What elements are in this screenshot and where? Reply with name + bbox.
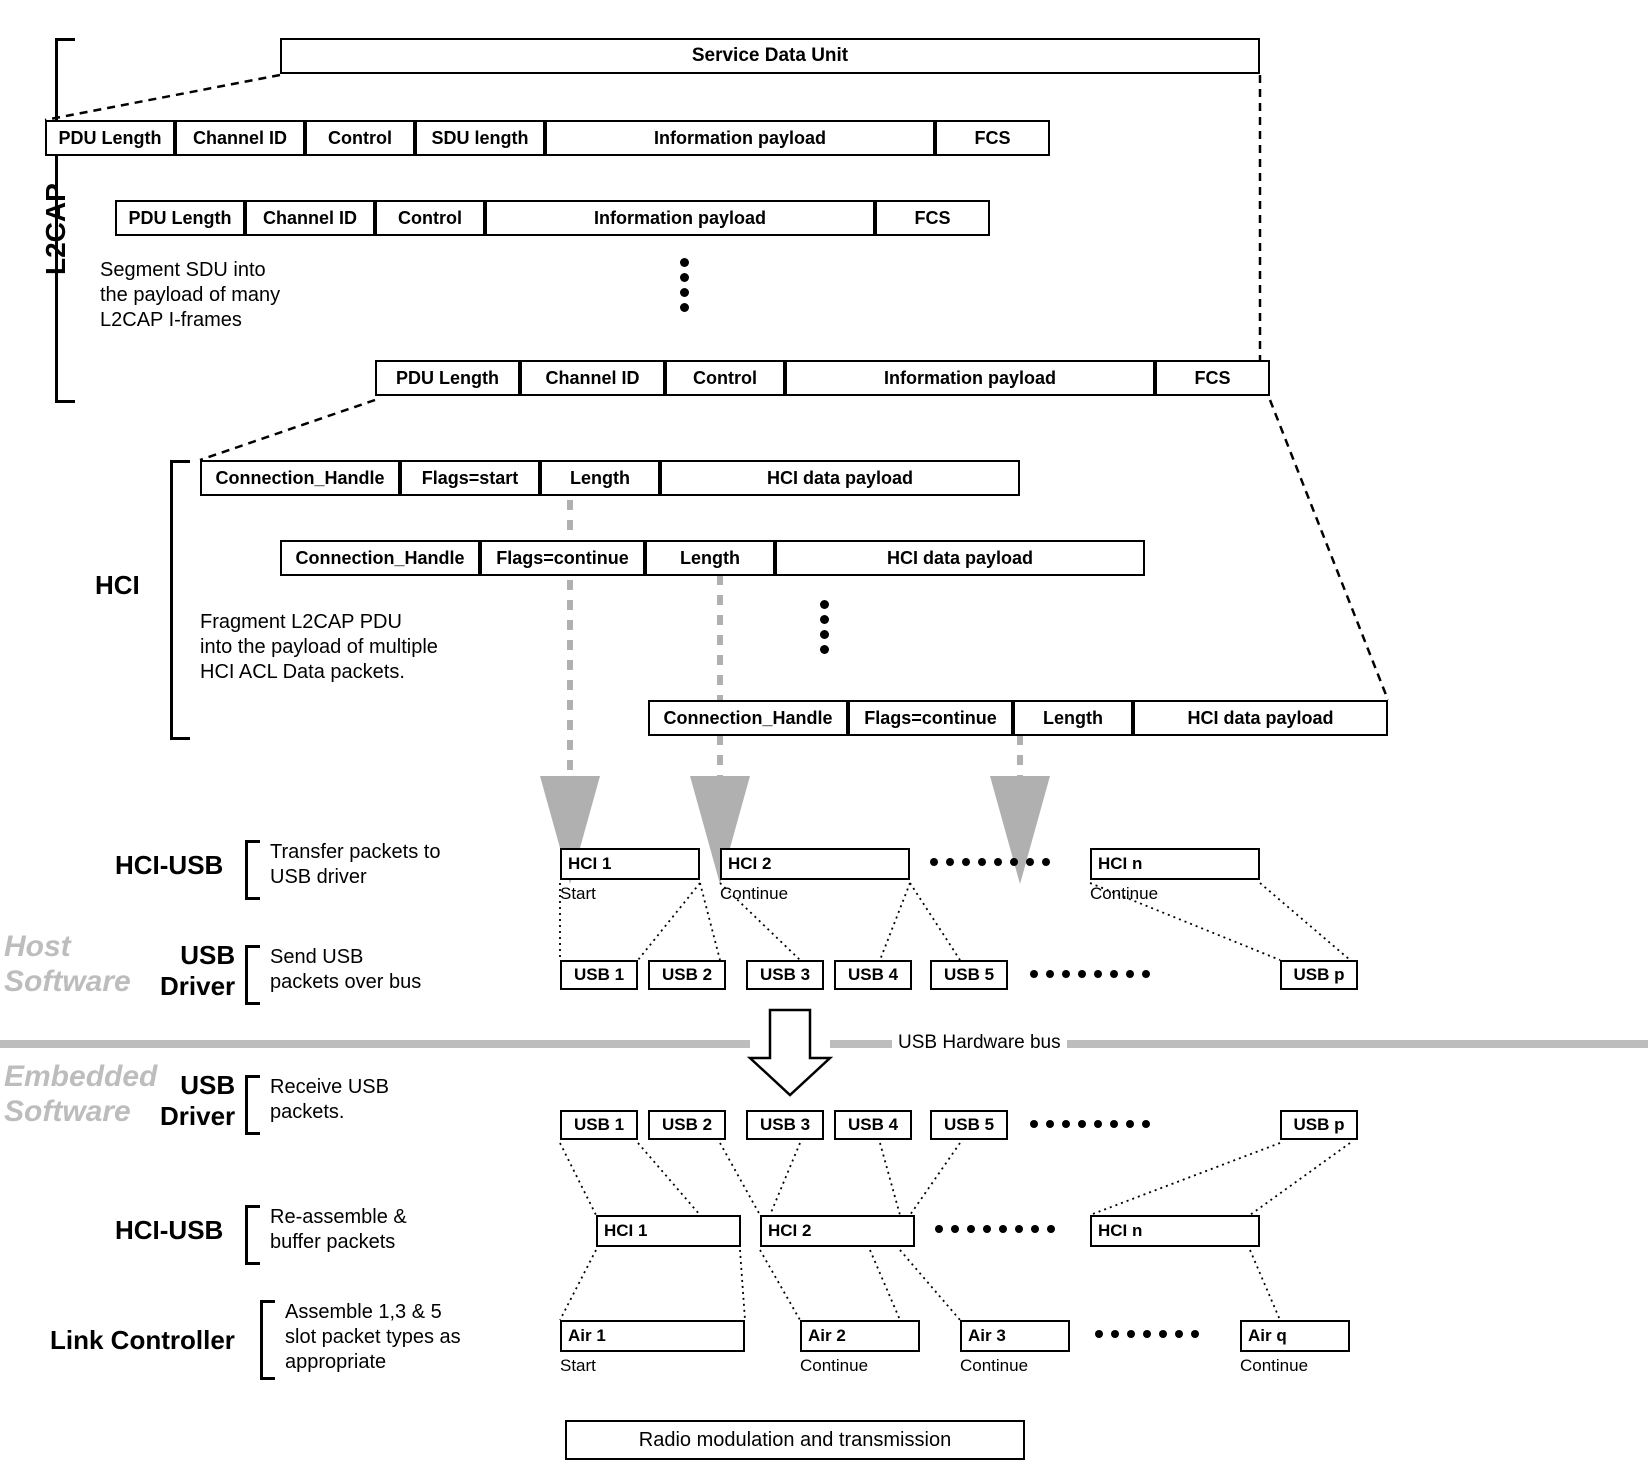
hci-r1-payload: HCI data payload — [660, 460, 1020, 496]
l2cap-r2-fcs: FCS — [875, 200, 990, 236]
hci-r3-conn: Connection_Handle — [648, 700, 848, 736]
usb-driver-emb-title: USB Driver — [160, 1070, 235, 1132]
l2cap-r3-control: Control — [665, 360, 785, 396]
usb-host-p: USB p — [1280, 960, 1358, 990]
l2cap-r3-info: Information payload — [785, 360, 1155, 396]
hci-r1-conn: Connection_Handle — [200, 460, 400, 496]
l2cap-r1-fcs: FCS — [935, 120, 1050, 156]
l2cap-r1-info: Information payload — [545, 120, 935, 156]
hci-desc: Fragment L2CAP PDU into the payload of m… — [200, 610, 438, 685]
hci-usb-host-sub2: Continue — [720, 884, 788, 904]
sdu-label: Service Data Unit — [692, 45, 848, 67]
hci-usb-emb-pktn: HCI n — [1090, 1215, 1260, 1247]
ellipsis-h-4 — [935, 1225, 1055, 1233]
hci-usb-host-desc: Transfer packets to USB driver — [270, 840, 440, 890]
hci-usb-emb-pkt1: HCI 1 — [596, 1215, 741, 1247]
hci-usb-emb-pkt2: HCI 2 — [760, 1215, 915, 1247]
usb-host-5: USB 5 — [930, 960, 1008, 990]
ellipsis-h-2 — [1030, 970, 1150, 978]
air-1: Air 1 — [560, 1320, 745, 1352]
ellipsis-h-5 — [1095, 1330, 1199, 1338]
link-controller-bracket — [260, 1300, 275, 1380]
sdu-box: Service Data Unit — [280, 38, 1260, 74]
usb-host-4: USB 4 — [834, 960, 912, 990]
hci-r2-conn: Connection_Handle — [280, 540, 480, 576]
air-2-sub: Continue — [800, 1356, 868, 1376]
l2cap-r1-control: Control — [305, 120, 415, 156]
l2cap-title: L2CAP — [40, 183, 72, 275]
hci-r2-payload: HCI data payload — [775, 540, 1145, 576]
usb-host-2: USB 2 — [648, 960, 726, 990]
hci-usb-host-pkt1: HCI 1 — [560, 848, 700, 880]
l2cap-r1-sdu-length: SDU length — [415, 120, 545, 156]
air-q: Air q — [1240, 1320, 1350, 1352]
l2cap-r3-pdu-length: PDU Length — [375, 360, 520, 396]
l2cap-r2-pdu-length: PDU Length — [115, 200, 245, 236]
hci-r1-length: Length — [540, 460, 660, 496]
usb-driver-host-title: USB Driver — [160, 940, 235, 1002]
usb-emb-3: USB 3 — [746, 1110, 824, 1140]
hci-bracket — [170, 460, 190, 740]
radio-box: Radio modulation and transmission — [565, 1420, 1025, 1460]
air-q-sub: Continue — [1240, 1356, 1308, 1376]
usb-emb-1: USB 1 — [560, 1110, 638, 1140]
host-software-label: Host Software — [4, 930, 131, 999]
l2cap-desc: Segment SDU into the payload of many L2C… — [100, 258, 280, 333]
usb-driver-host-bracket — [245, 945, 260, 1005]
usb-driver-emb-bracket — [245, 1075, 260, 1135]
ellipsis-v-1 — [680, 258, 689, 312]
air-2: Air 2 — [800, 1320, 920, 1352]
radio-label: Radio modulation and transmission — [639, 1429, 951, 1452]
hci-r2-length: Length — [645, 540, 775, 576]
usb-emb-4: USB 4 — [834, 1110, 912, 1140]
usb-host-3: USB 3 — [746, 960, 824, 990]
hci-usb-host-pktn: HCI n — [1090, 848, 1260, 880]
usb-driver-host-desc: Send USB packets over bus — [270, 945, 421, 995]
l2cap-r1-channel-id: Channel ID — [175, 120, 305, 156]
usb-bus-label: USB Hardware bus — [892, 1032, 1067, 1054]
hci-r1-flags: Flags=start — [400, 460, 540, 496]
hci-usb-host-bracket — [245, 840, 260, 900]
l2cap-r2-channel-id: Channel ID — [245, 200, 375, 236]
ellipsis-h-1 — [930, 858, 1050, 866]
hci-r3-flags: Flags=continue — [848, 700, 1013, 736]
l2cap-r2-info: Information payload — [485, 200, 875, 236]
embedded-software-label: Embedded Software — [4, 1060, 157, 1129]
usb-emb-2: USB 2 — [648, 1110, 726, 1140]
link-controller-title: Link Controller — [50, 1325, 235, 1356]
hci-r3-payload: HCI data payload — [1133, 700, 1388, 736]
link-controller-desc: Assemble 1,3 & 5 slot packet types as ap… — [285, 1300, 461, 1375]
usb-host-1: USB 1 — [560, 960, 638, 990]
l2cap-r3-fcs: FCS — [1155, 360, 1270, 396]
hci-usb-host-subn: Continue — [1090, 884, 1158, 904]
ellipsis-h-3 — [1030, 1120, 1150, 1128]
hci-r2-flags: Flags=continue — [480, 540, 645, 576]
ellipsis-v-2 — [820, 600, 829, 654]
usb-driver-emb-desc: Receive USB packets. — [270, 1075, 389, 1125]
hci-r3-length: Length — [1013, 700, 1133, 736]
hci-usb-host-pkt2: HCI 2 — [720, 848, 910, 880]
usb-bus-line-left — [0, 1040, 750, 1048]
air-3-sub: Continue — [960, 1356, 1028, 1376]
hci-usb-emb-bracket — [245, 1205, 260, 1265]
usb-emb-5: USB 5 — [930, 1110, 1008, 1140]
l2cap-r1-pdu-length: PDU Length — [45, 120, 175, 156]
air-1-sub: Start — [560, 1356, 596, 1376]
usb-emb-p: USB p — [1280, 1110, 1358, 1140]
hci-usb-emb-title: HCI-USB — [115, 1215, 223, 1246]
hci-usb-emb-desc: Re-assemble & buffer packets — [270, 1205, 407, 1255]
l2cap-r2-control: Control — [375, 200, 485, 236]
hci-usb-host-sub1: Start — [560, 884, 596, 904]
air-3: Air 3 — [960, 1320, 1070, 1352]
hci-usb-host-title: HCI-USB — [115, 850, 223, 881]
hci-title: HCI — [95, 570, 140, 601]
l2cap-r3-channel-id: Channel ID — [520, 360, 665, 396]
